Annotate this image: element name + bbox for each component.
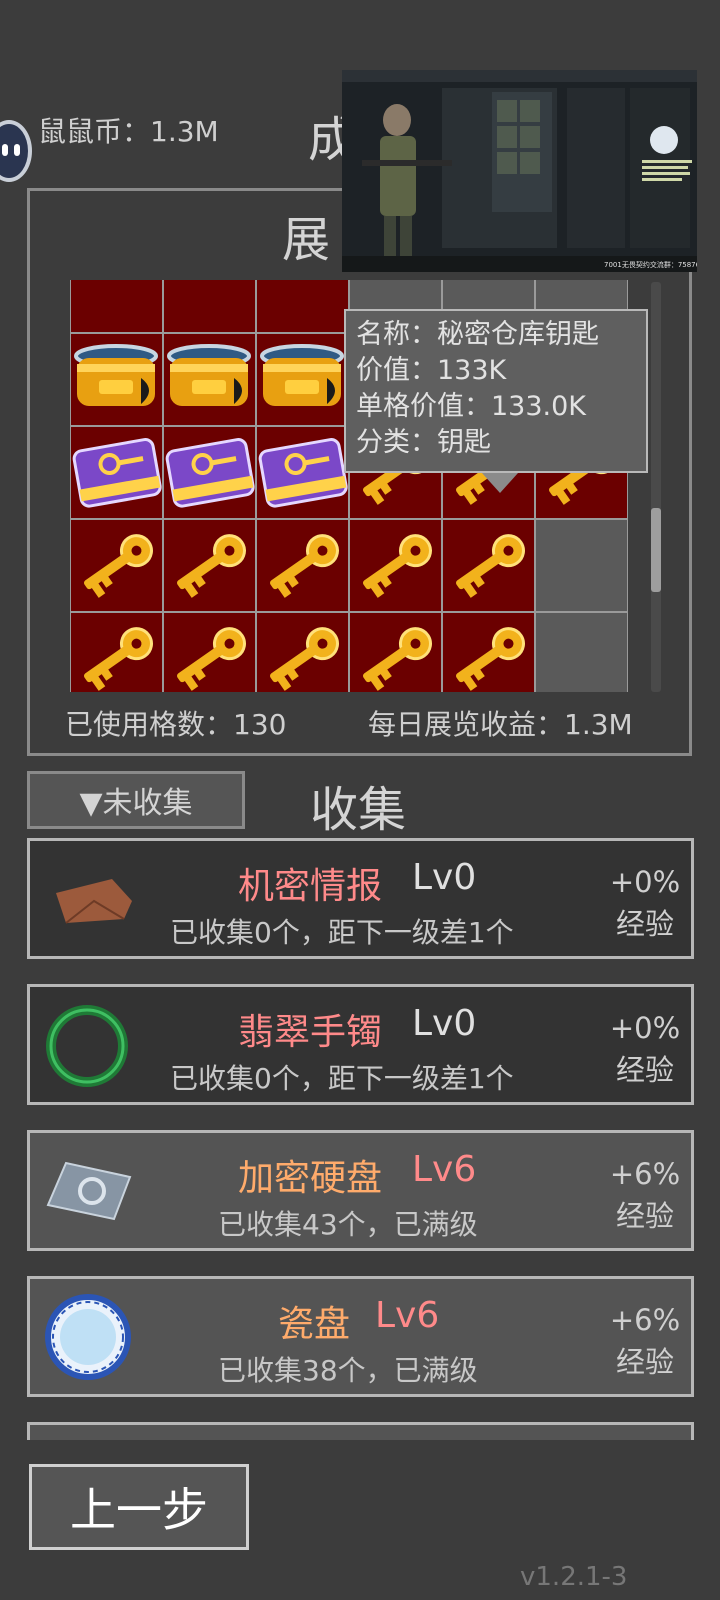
grid-cell-key[interactable] <box>442 612 535 692</box>
key-item-icon <box>177 627 246 691</box>
grid-cell-drive[interactable] <box>256 280 349 333</box>
grid-cell-key[interactable] <box>349 612 442 692</box>
previous-step-button[interactable]: 上一步 <box>29 1464 249 1550</box>
coin-balance: 鼠鼠币：1.3M <box>38 115 219 148</box>
tooltip-value: 价值：133K <box>356 355 507 386</box>
grid-cell-keycard[interactable] <box>70 426 163 519</box>
collection-item-level: Lv0 <box>412 857 477 898</box>
tooltip-arrow-icon <box>482 473 518 493</box>
grid-cell-key[interactable] <box>349 519 442 612</box>
grid-cell-key[interactable] <box>70 612 163 692</box>
bonus-value: +6% <box>609 1303 681 1337</box>
hard-drive-icon <box>44 1155 134 1229</box>
grid-cell-key[interactable] <box>256 612 349 692</box>
collection-item-name: 翡翠手镯 <box>238 1012 383 1053</box>
collection-item[interactable] <box>27 1422 694 1440</box>
bonus-label: 经验 <box>615 1199 674 1233</box>
collection-item[interactable]: 翡翠手镯 Lv0 已收集0个，距下一级差1个 +0% 经验 <box>27 984 694 1105</box>
collection-item[interactable]: 机密情报 Lv0 已收集0个，距下一级差1个 +0% 经验 <box>27 838 694 959</box>
grid-cell-drive[interactable] <box>70 280 163 333</box>
bonus-label: 经验 <box>615 907 674 941</box>
grid-cell-drive[interactable] <box>163 280 256 333</box>
jar-item-icon <box>74 344 158 406</box>
collection-item-level: Lv6 <box>375 1295 440 1336</box>
key-item-icon <box>363 534 432 598</box>
grid-cell-key[interactable] <box>163 519 256 612</box>
video-overlay[interactable]: 7001无畏契约交流群：758767724 <box>342 70 697 272</box>
collection-item[interactable]: 加密硬盘 Lv6 已收集43个，已满级 +6% 经验 <box>27 1130 694 1251</box>
grid-cell-keycard[interactable] <box>163 426 256 519</box>
collection-list[interactable]: 机密情报 Lv0 已收集0个，距下一级差1个 +0% 经验 翡翠手镯 Lv0 已收集0个，距下… <box>27 838 694 1440</box>
bonus-value: +6% <box>609 1157 681 1191</box>
bonus-value: +0% <box>609 865 681 899</box>
collection-item[interactable]: 瓷盘 Lv6 已收集38个，已满级 +6% 经验 <box>27 1276 694 1397</box>
key-item-icon <box>456 534 525 598</box>
daily-exhibit-income: 每日展览收益：1.3M <box>368 708 633 741</box>
bonus-value: +0% <box>609 1011 681 1045</box>
drive-item-icon <box>164 280 255 332</box>
collection-item-progress: 已收集38个，已满级 <box>218 1354 478 1387</box>
key-item-icon <box>270 627 339 691</box>
version-label: v1.2.1-3 <box>520 1562 628 1592</box>
grid-cell-jar[interactable] <box>70 333 163 426</box>
collection-item-progress: 已收集0个，距下一级差1个 <box>170 916 514 949</box>
porcelain-plate-icon <box>44 1293 132 1385</box>
avatar[interactable] <box>0 120 32 182</box>
grid-cell-key[interactable] <box>163 612 256 692</box>
bonus-label: 经验 <box>615 1345 674 1379</box>
collection-item-name: 机密情报 <box>238 866 383 907</box>
jar-item-icon <box>167 344 251 406</box>
grid-cell-key[interactable] <box>256 519 349 612</box>
bonus-label: 经验 <box>615 1053 674 1087</box>
jar-item-icon <box>260 344 344 406</box>
collect-title: 收集 <box>310 782 407 838</box>
item-tooltip: 名称：秘密仓库钥匙 价值：133K 单格价值：133.0K 分类：钥匙 <box>344 309 648 473</box>
key-item-icon <box>84 534 153 598</box>
drive-item-icon <box>71 280 162 332</box>
tooltip-name: 名称：秘密仓库钥匙 <box>356 319 599 350</box>
grid-scrollbar[interactable] <box>651 282 661 692</box>
game-stream-thumbnail: 7001无畏契约交流群：758767724 <box>342 70 697 272</box>
keycard-item-icon <box>165 438 255 508</box>
collection-item-bonus: +6% 经验 <box>600 1153 690 1237</box>
collection-item-name: 瓷盘 <box>278 1304 351 1345</box>
key-item-icon <box>177 534 246 598</box>
key-item-icon <box>456 627 525 691</box>
key-item-icon <box>84 627 153 691</box>
bracelet-icon <box>42 1001 132 1095</box>
keycard-item-icon <box>258 438 348 508</box>
grid-cell-keycard[interactable] <box>256 426 349 519</box>
grid-cell-empty[interactable] <box>535 612 628 692</box>
tooltip-category: 分类：钥匙 <box>356 427 491 458</box>
grid-cell-key[interactable] <box>442 519 535 612</box>
grid-cell-key[interactable] <box>70 519 163 612</box>
collection-item-bonus: +0% 经验 <box>600 1007 690 1091</box>
grid-cell-jar[interactable] <box>163 333 256 426</box>
grid-cell-empty[interactable] <box>535 519 628 612</box>
key-item-icon <box>270 534 339 598</box>
used-cells-count: 已使用格数：130 <box>65 708 287 741</box>
collection-item-bonus: +6% 经验 <box>600 1299 690 1383</box>
exhibit-title: 展 <box>282 212 331 268</box>
collection-item-progress: 已收集0个，距下一级差1个 <box>170 1062 514 1095</box>
uncollected-filter-button[interactable]: ▼未收集 <box>27 771 245 829</box>
keycard-item-icon <box>72 438 162 508</box>
grid-scrollbar-thumb[interactable] <box>651 508 661 592</box>
grid-cell-jar[interactable] <box>256 333 349 426</box>
collection-item-level: Lv0 <box>412 1003 477 1044</box>
envelope-icon <box>52 871 136 935</box>
drive-item-icon <box>257 280 348 332</box>
collection-item-progress: 已收集43个，已满级 <box>218 1208 478 1241</box>
tooltip-unit-value: 单格价值：133.0K <box>356 391 587 422</box>
video-bottom-text: 7001无畏契约交流群：758767724 <box>604 260 697 269</box>
collection-item-name: 加密硬盘 <box>238 1158 383 1199</box>
collection-item-bonus: +0% 经验 <box>600 861 690 945</box>
key-item-icon <box>363 627 432 691</box>
collection-item-level: Lv6 <box>412 1149 477 1190</box>
